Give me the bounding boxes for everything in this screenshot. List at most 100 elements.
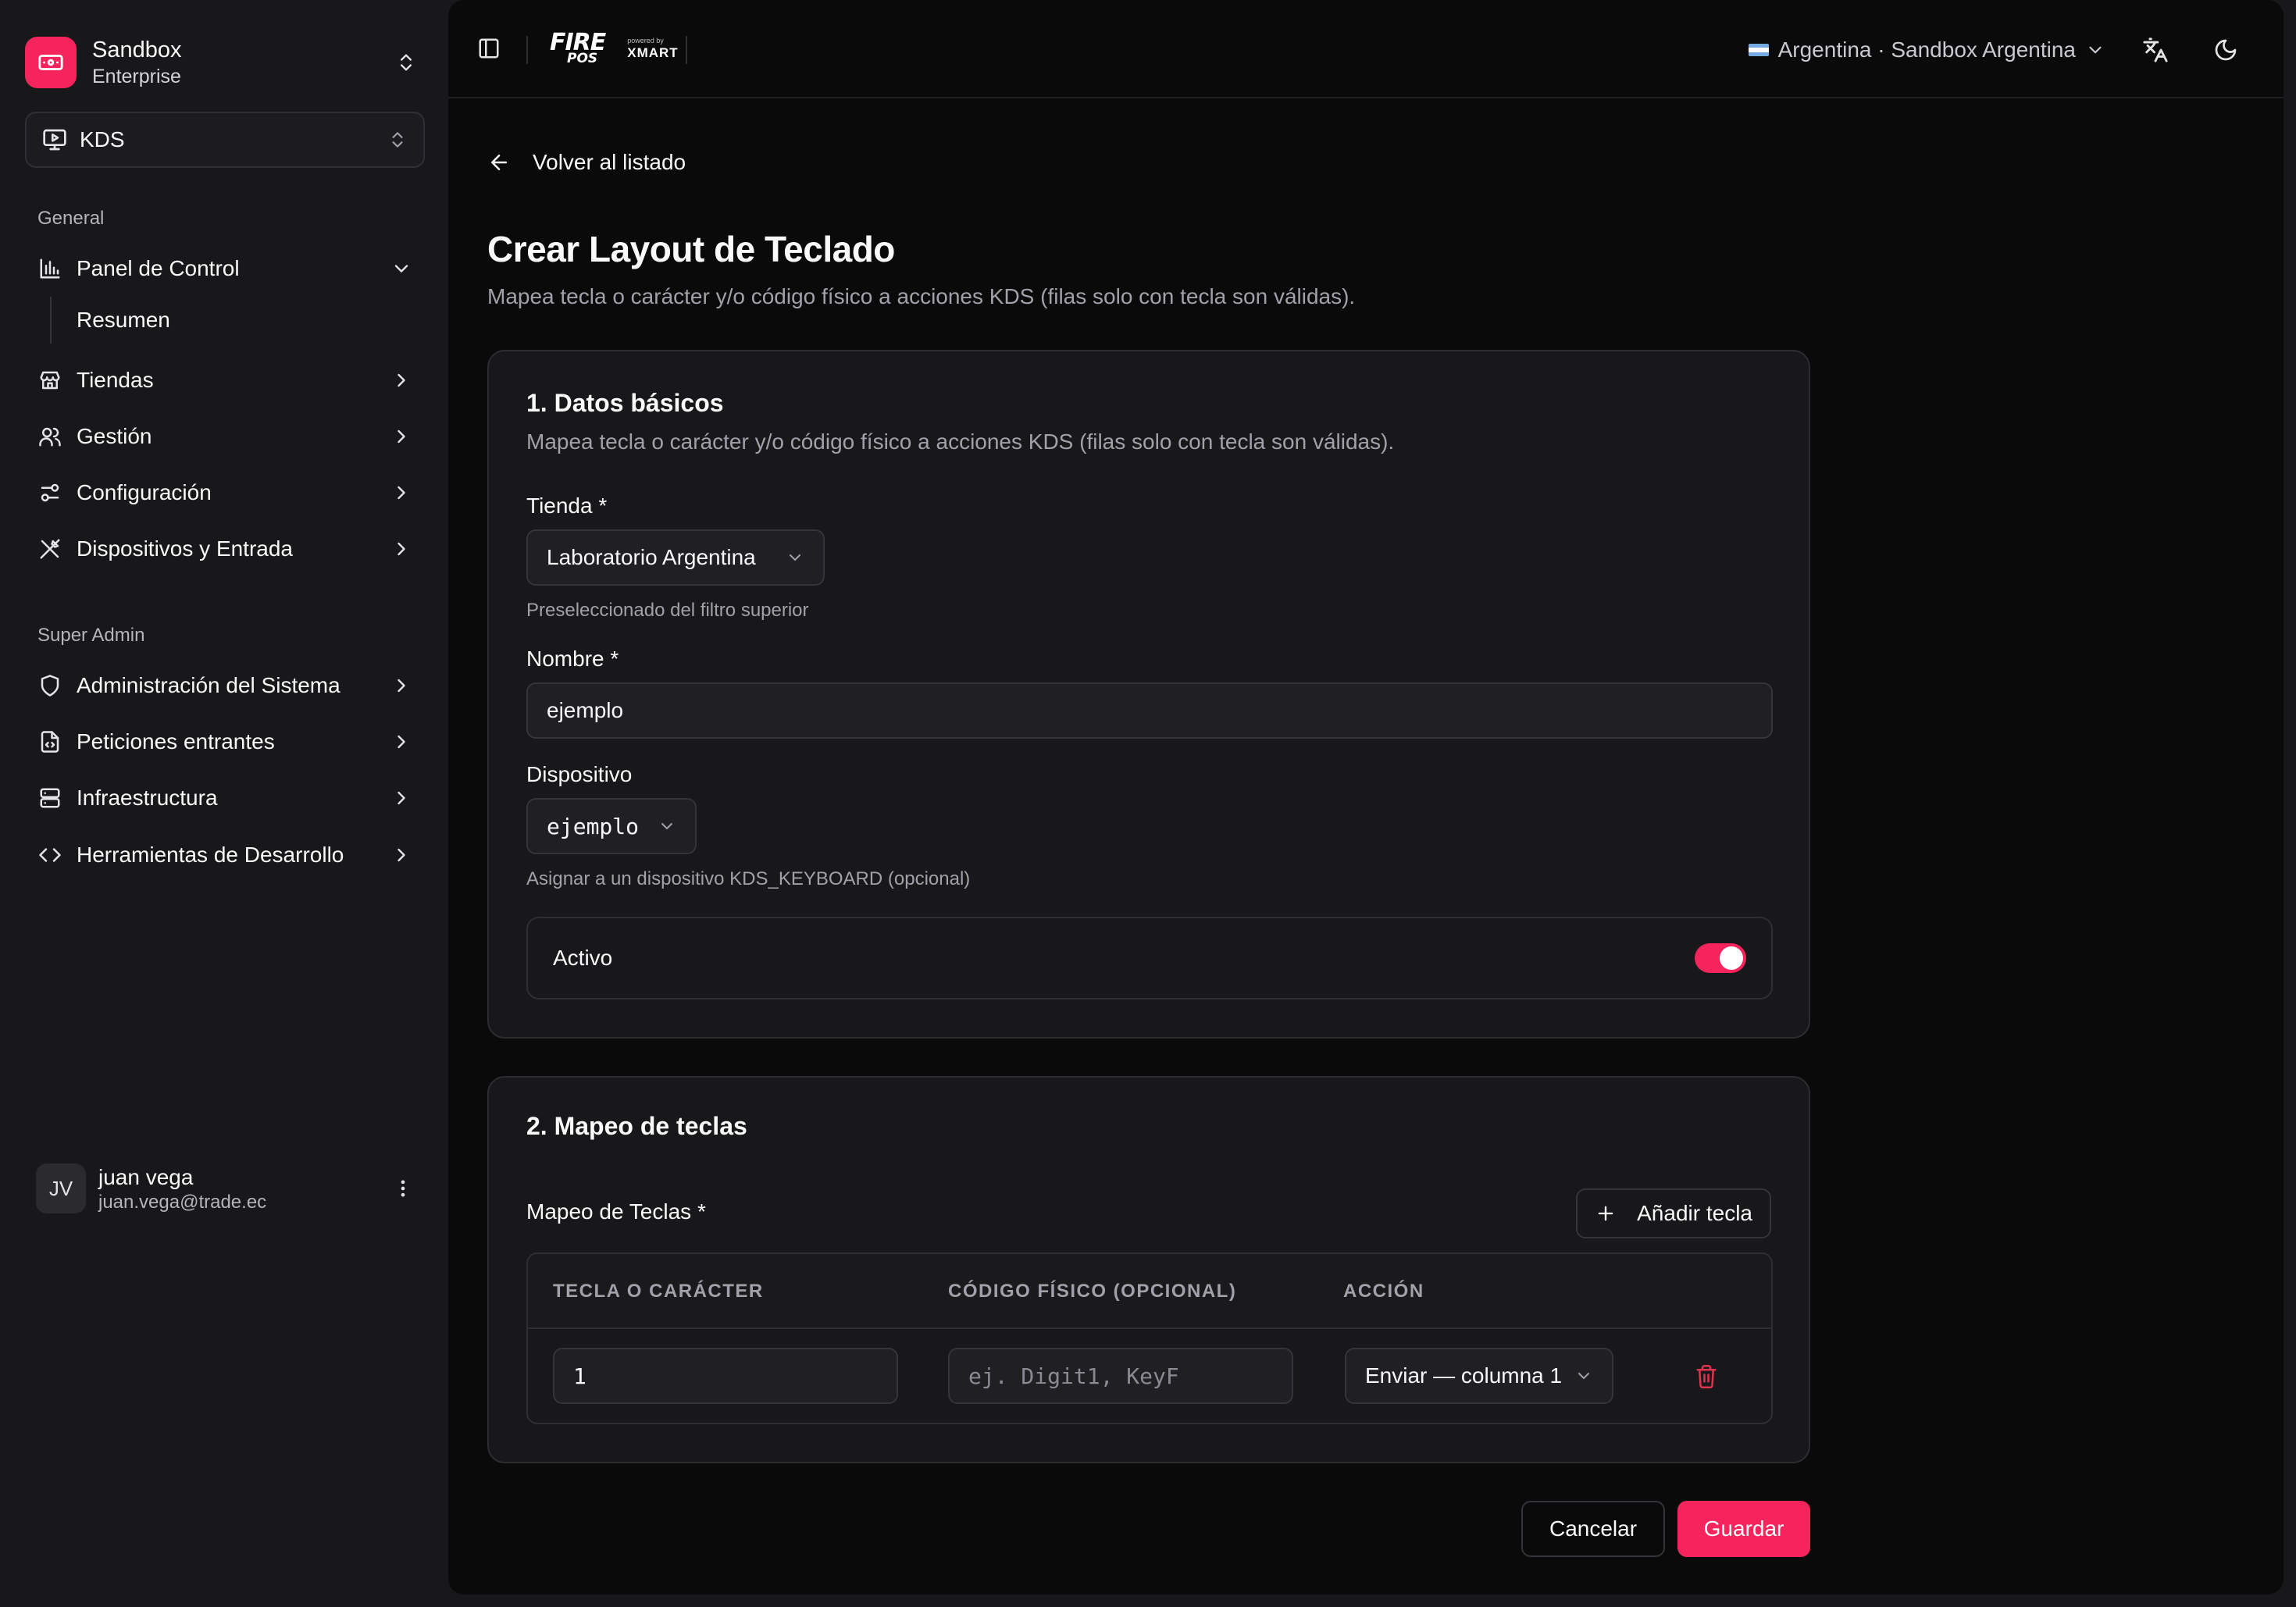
chevron-down-icon [390, 258, 412, 280]
plus-icon [1595, 1203, 1617, 1224]
page-title: Crear Layout de Teclado [487, 229, 895, 269]
monitor-play-icon [42, 127, 67, 152]
fire-pos-logo: FIRE POS [550, 31, 606, 65]
key-input[interactable]: 1 [553, 1348, 898, 1404]
more-vertical-icon[interactable] [392, 1178, 414, 1199]
column-header: ACCIÓN [1343, 1281, 1424, 1302]
device-select[interactable]: ejemplo [526, 798, 697, 854]
xmart-logo: powered by XMART [627, 37, 678, 60]
add-key-button[interactable]: Añadir tecla [1576, 1188, 1771, 1238]
sidebar-item-label: Gestión [77, 424, 152, 448]
sidebar-item-administracion[interactable]: Administración del Sistema [25, 661, 425, 711]
sidebar-item-tiendas[interactable]: Tiendas [25, 355, 425, 405]
store-hint: Preseleccionado del filtro superior [526, 600, 809, 621]
organization-name: Sandbox [92, 37, 182, 62]
column-header: CÓDIGO FÍSICO (OPCIONAL) [948, 1281, 1237, 1302]
chevron-down-icon [2085, 40, 2105, 60]
bar-chart-icon [37, 256, 62, 281]
active-row: Activo [526, 917, 1773, 999]
key-mapping-table: TECLA O CARÁCTER CÓDIGO FÍSICO (OPCIONAL… [526, 1252, 1773, 1424]
card-title: 2. Mapeo de teclas [526, 1112, 747, 1140]
sidebar-item-label: Tiendas [77, 368, 154, 392]
back-link-label: Volver al listado [533, 150, 686, 174]
country-selector-label: Argentina · Sandbox Argentina [1777, 37, 2076, 62]
active-toggle[interactable] [1695, 943, 1746, 973]
argentina-flag-icon [1748, 44, 1769, 56]
sidebar-item-herramientas[interactable]: Herramientas de Desarrollo [25, 830, 425, 880]
sidebar-item-panel-de-control[interactable]: Panel de Control [25, 244, 425, 294]
brand-logo: FIRE POS powered by XMART [550, 23, 679, 73]
sidebar-item-peticiones[interactable]: Peticiones entrantes [25, 717, 425, 767]
app-selector[interactable]: KDS [25, 112, 425, 168]
sliders-icon [37, 480, 62, 505]
chevron-right-icon [390, 844, 412, 866]
cancel-button[interactable]: Cancelar [1521, 1501, 1665, 1557]
store-select[interactable]: Laboratorio Argentina [526, 529, 825, 586]
column-header: TECLA O CARÁCTER [553, 1281, 764, 1302]
main-panel: FIRE POS powered by XMART Argentina · Sa… [448, 0, 2284, 1595]
page-subtitle: Mapea tecla o carácter y/o código físico… [487, 284, 1356, 308]
server-icon [37, 786, 62, 811]
sidebar-toggle-icon[interactable] [475, 34, 503, 62]
sidebar-item-label: Administración del Sistema [77, 673, 340, 697]
country-selector[interactable]: Argentina · Sandbox Argentina [1748, 31, 2105, 69]
chevron-right-icon [390, 731, 412, 753]
sidebar-item-gestion[interactable]: Gestión [25, 412, 425, 461]
device-label: Dispositivo [526, 762, 633, 786]
name-label: Nombre * [526, 647, 619, 671]
toggle-knob [1720, 946, 1743, 970]
chevron-right-icon [390, 675, 412, 697]
sidebar-item-dispositivos[interactable]: Dispositivos y Entrada [25, 524, 425, 574]
sidebar-item-label: Herramientas de Desarrollo [77, 843, 344, 867]
save-button[interactable]: Guardar [1677, 1501, 1810, 1557]
chevron-down-icon [1574, 1366, 1593, 1385]
sidebar-item-infraestructura[interactable]: Infraestructura [25, 773, 425, 823]
store-icon [37, 368, 62, 393]
device-select-value: ejemplo [547, 813, 640, 839]
store-select-value: Laboratorio Argentina [547, 545, 756, 569]
trash-icon[interactable] [1695, 1363, 1718, 1390]
tools-icon [37, 536, 62, 561]
chevron-right-icon [390, 369, 412, 391]
key-mapping-card: 2. Mapeo de teclas Mapeo de Teclas * Aña… [487, 1076, 1810, 1463]
chevrons-up-down-icon [395, 52, 417, 73]
organization-plan: Enterprise [92, 66, 181, 88]
sidebar-subitem-resumen[interactable]: Resumen [62, 298, 184, 342]
file-code-icon [37, 729, 62, 754]
divider [526, 36, 528, 64]
name-input[interactable]: ejemplo [526, 682, 1773, 739]
sidebar-item-label: Peticiones entrantes [77, 729, 275, 754]
card-subtitle: Mapea tecla o carácter y/o código físico… [526, 429, 1395, 454]
action-select[interactable]: Enviar — columna 1 [1345, 1348, 1613, 1404]
app-selector-label: KDS [80, 127, 125, 151]
submenu-line [50, 297, 52, 344]
action-select-value: Enviar — columna 1 [1365, 1363, 1563, 1388]
organization-logo-icon [25, 37, 77, 88]
section-label-general: General [37, 208, 105, 229]
chevron-right-icon [390, 787, 412, 809]
user-name: juan vega [98, 1164, 194, 1189]
user-menu[interactable]: JV juan vega juan.vega@trade.ec [25, 1156, 425, 1221]
back-link[interactable]: Volver al listado [487, 145, 686, 180]
sidebar-item-label: Panel de Control [77, 256, 240, 280]
table-header: TECLA O CARÁCTER CÓDIGO FÍSICO (OPCIONAL… [528, 1254, 1771, 1329]
organization-switcher[interactable]: Sandbox Enterprise [25, 23, 423, 102]
shield-icon [37, 673, 62, 698]
chevrons-up-down-icon [387, 130, 408, 150]
chevron-right-icon [390, 482, 412, 504]
basic-data-card: 1. Datos básicos Mapea tecla o carácter … [487, 350, 1810, 1039]
avatar: JV [36, 1163, 86, 1213]
translate-icon[interactable] [2140, 34, 2171, 66]
chevron-right-icon [390, 426, 412, 447]
code-icon [37, 843, 62, 868]
store-label: Tienda * [526, 494, 608, 518]
sidebar-item-configuracion[interactable]: Configuración [25, 468, 425, 518]
user-email: juan.vega@trade.ec [98, 1191, 267, 1213]
arrow-left-icon [487, 151, 511, 174]
users-icon [37, 424, 62, 449]
card-title: 1. Datos básicos [526, 389, 724, 417]
active-label: Activo [553, 946, 613, 970]
sidebar: Sandbox Enterprise KDS General Panel de … [0, 0, 448, 1607]
moon-icon[interactable] [2210, 34, 2241, 66]
physical-code-input[interactable]: ej. Digit1, KeyF [948, 1348, 1293, 1404]
